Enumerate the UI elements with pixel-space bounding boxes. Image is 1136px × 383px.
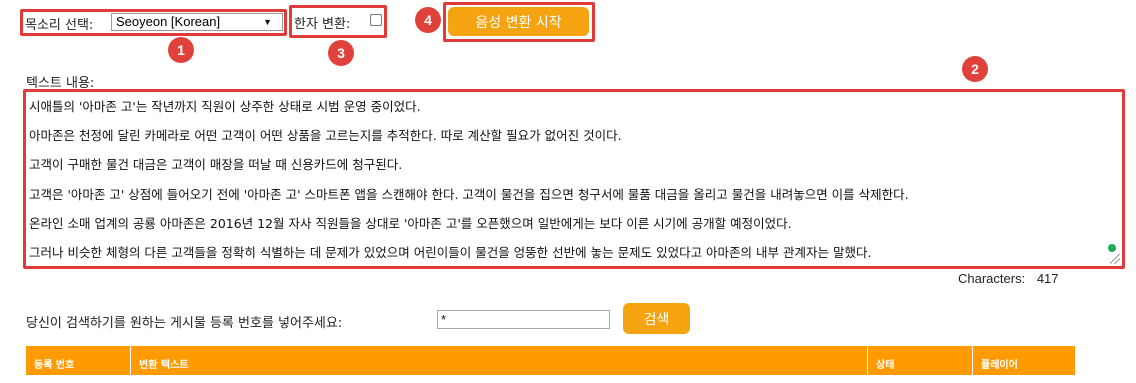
text-line: 온라인 소매 업계의 공룡 아마존은 2016년 12월 자사 직원들을 상대로… <box>29 216 792 231</box>
hanja-label: 한자 변환: <box>294 17 351 32</box>
characters-label: Characters: <box>958 271 1026 286</box>
annotation-badge-3: 3 <box>328 40 354 66</box>
start-speech-button[interactable]: 음성 변환 시작 <box>448 7 589 36</box>
status-dot-icon <box>1108 244 1116 252</box>
voice-selected-value: Seoyeon [Korean] <box>116 14 221 29</box>
annotation-badge-2: 2 <box>962 56 988 82</box>
column-header-player: 플레이어 <box>981 360 1018 371</box>
text-line: 그러나 비슷한 체형의 다른 고객들을 정확히 식별하는 데 문제가 있었으며 … <box>29 245 872 260</box>
text-line: 고객이 구매한 물건 대금은 고객이 매장을 떠날 때 신용카드에 청구된다. <box>29 157 403 172</box>
search-input[interactable]: * <box>437 310 610 329</box>
voice-select[interactable]: Seoyeon [Korean] ▼ <box>111 13 283 31</box>
annotation-badge-4: 4 <box>415 7 441 33</box>
search-label: 당신이 검색하기를 원하는 게시물 등록 번호를 넣어주세요: <box>26 316 343 331</box>
hanja-checkbox[interactable] <box>370 14 382 26</box>
characters-count: 417 <box>1036 271 1059 286</box>
resize-handle-icon[interactable] <box>1110 254 1120 264</box>
character-counter: Characters: 417 <box>958 271 1059 286</box>
results-table-header: 등록 번호 변환 텍스트 상태 플레이어 <box>26 346 1075 375</box>
text-content-textarea[interactable]: 시애틀의 '아마존 고'는 작년까지 직원이 상주한 상태로 시범 운영 중이었… <box>23 89 1125 269</box>
voice-label: 목소리 선택: <box>25 18 94 33</box>
search-button[interactable]: 검색 <box>623 303 690 334</box>
column-header-text: 변환 텍스트 <box>131 346 868 375</box>
text-line: 고객은 '아마존 고' 상점에 들어오기 전에 '아마존 고' 스마트폰 앱을 … <box>29 187 909 202</box>
chevron-down-icon: ▼ <box>263 17 272 27</box>
text-line: 시애틀의 '아마존 고'는 작년까지 직원이 상주한 상태로 시범 운영 중이었… <box>29 99 421 114</box>
text-line: 아마존은 천정에 달린 카메라로 어떤 고객이 어떤 상품을 고르는지를 추적한… <box>29 128 622 143</box>
column-header-number: 등록 번호 <box>26 346 131 375</box>
annotation-badge-1: 1 <box>168 37 194 63</box>
column-header-status: 상태 <box>868 346 973 375</box>
